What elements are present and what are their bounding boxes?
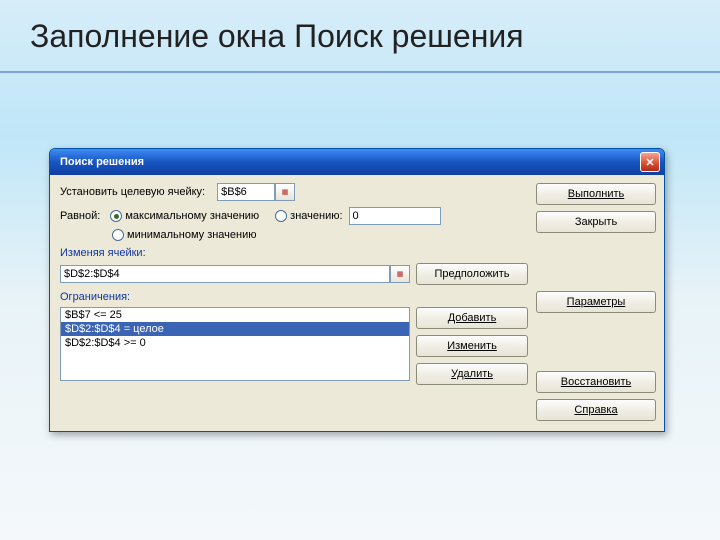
radio-max[interactable]: максимальному значению (110, 210, 259, 222)
delete-constraint-button[interactable]: Удалить (416, 363, 528, 385)
radio-value[interactable]: значению: (275, 210, 342, 222)
radio-min-label: минимальному значению (127, 229, 257, 241)
close-icon: ✕ (645, 156, 654, 169)
constraints-label: Ограничения: (60, 291, 528, 303)
ref-picker-changing-icon[interactable]: ▦ (390, 265, 410, 283)
constraints-listbox[interactable]: $B$7 <= 25$D$2:$D$4 = целое$D$2:$D$4 >= … (60, 307, 410, 381)
radio-icon (112, 229, 124, 241)
assume-button[interactable]: Предположить (416, 263, 528, 285)
radio-value-label: значению: (290, 210, 342, 222)
help-button[interactable]: Справка (536, 399, 656, 421)
constraint-item[interactable]: $D$2:$D$4 = целое (61, 322, 409, 336)
change-constraint-button[interactable]: Изменить (416, 335, 528, 357)
changing-cells-input[interactable] (60, 265, 390, 283)
value-input[interactable] (349, 207, 441, 225)
ref-picker-target-icon[interactable]: ▦ (275, 183, 295, 201)
dialog-title: Поиск решения (60, 156, 640, 168)
radio-min[interactable]: минимальному значению (112, 229, 257, 241)
radio-max-label: максимальному значению (125, 210, 259, 222)
equal-label: Равной: (60, 210, 100, 222)
close-dialog-button[interactable]: Закрыть (536, 211, 656, 233)
solver-dialog: Поиск решения ✕ Установить целевую ячейк… (49, 148, 665, 432)
titlebar: Поиск решения ✕ (50, 149, 664, 175)
close-button[interactable]: ✕ (640, 152, 660, 172)
radio-icon (275, 210, 287, 222)
add-constraint-button[interactable]: Добавить (416, 307, 528, 329)
constraint-item[interactable]: $D$2:$D$4 >= 0 (61, 336, 409, 350)
options-button[interactable]: Параметры (536, 291, 656, 313)
slide-title: Заполнение окна Поиск решения (0, 0, 720, 73)
target-cell-label: Установить целевую ячейку: (60, 186, 205, 198)
constraint-item[interactable]: $B$7 <= 25 (61, 308, 409, 322)
reset-button[interactable]: Восстановить (536, 371, 656, 393)
execute-button[interactable]: Выполнить (536, 183, 656, 205)
changing-cells-label: Изменяя ячейки: (60, 247, 528, 259)
radio-icon (110, 210, 122, 222)
target-cell-input[interactable] (217, 183, 275, 201)
